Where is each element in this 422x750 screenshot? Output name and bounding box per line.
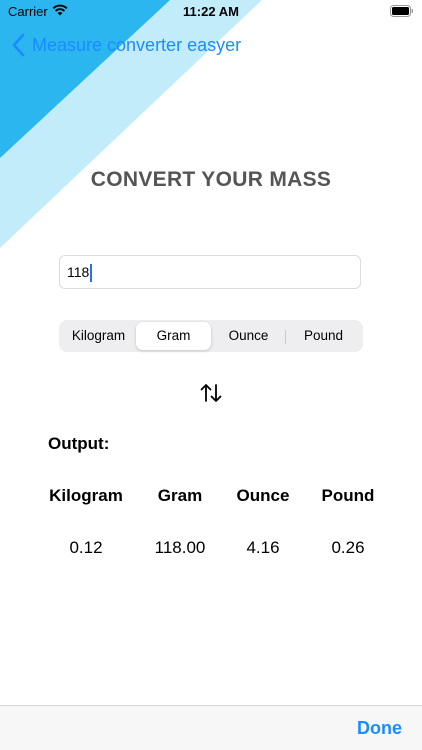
clock-time: 11:22 AM	[183, 4, 239, 19]
output-header-pound: Pound	[321, 486, 375, 505]
output-value-kilogram: 0.12	[69, 538, 103, 557]
status-bar: Carrier 11:22 AM	[0, 0, 422, 22]
swap-arrows-icon[interactable]	[198, 380, 224, 406]
decorative-background	[0, 0, 262, 248]
page-title: CONVERT YOUR MASS	[90, 168, 332, 191]
segment-label: Ounce	[228, 328, 269, 343]
segment-pound[interactable]: Pound	[286, 322, 361, 350]
keyboard-toolbar: Done	[0, 705, 422, 750]
back-button[interactable]: Measure converter easyer	[10, 30, 241, 60]
mass-input[interactable]: 118	[59, 255, 361, 289]
unit-segmented-control[interactable]: Kilogram Gram Ounce Pound	[59, 320, 363, 352]
output-value-pound: 0.26	[331, 538, 365, 557]
segment-ounce[interactable]: Ounce	[211, 322, 286, 350]
text-cursor	[90, 264, 93, 283]
output-header-ounce: Ounce	[236, 486, 290, 505]
mass-input-value: 118	[67, 264, 90, 280]
done-button[interactable]: Done	[357, 718, 402, 739]
output-value-gram: 118.00	[154, 538, 206, 557]
output-label: Output:	[48, 434, 110, 453]
chevron-left-icon	[10, 32, 28, 58]
battery-icon	[390, 5, 414, 20]
output-header-gram: Gram	[157, 486, 203, 505]
output-header-kilogram: Kilogram	[49, 486, 123, 505]
segment-label: Gram	[156, 328, 191, 343]
output-value-ounce: 4.16	[246, 538, 280, 557]
segment-gram[interactable]: Gram	[136, 322, 211, 350]
back-button-label: Measure converter easyer	[32, 34, 242, 55]
segment-label: Kilogram	[71, 328, 126, 343]
segment-kilogram[interactable]: Kilogram	[61, 322, 136, 350]
segment-label: Pound	[303, 328, 344, 343]
